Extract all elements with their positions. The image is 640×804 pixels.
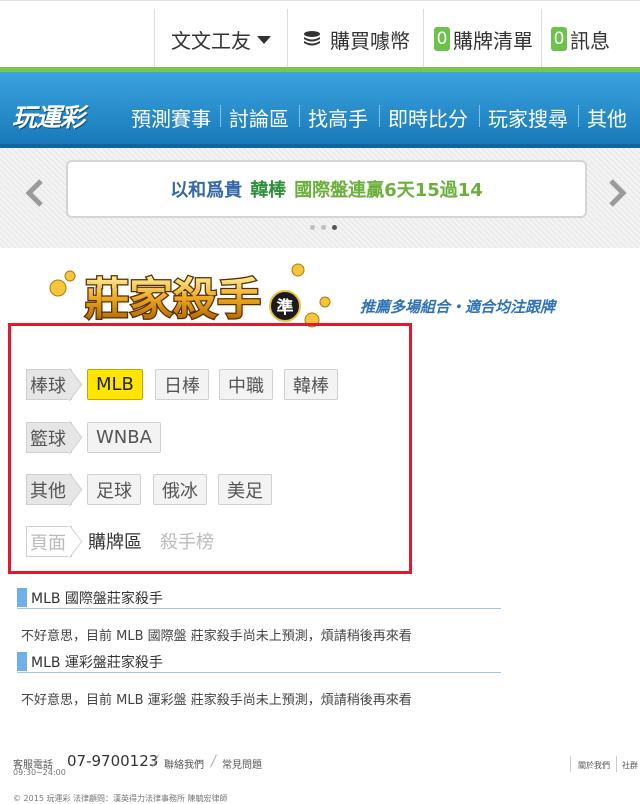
carousel-dot-active[interactable] <box>332 225 337 230</box>
nav-other[interactable]: 其他 <box>587 103 627 132</box>
filter-hockey[interactable]: 俄冰 <box>153 474 207 505</box>
filter-wnba[interactable]: WNBA <box>87 422 161 453</box>
message-count-badge: 0 <box>551 27 567 51</box>
category-page: 頁面 <box>26 526 72 557</box>
faq-link[interactable]: 常見問題 <box>222 756 262 771</box>
page-killer-ranking[interactable]: 殺手榜 <box>160 528 214 554</box>
ticker-league: 韓棒 <box>250 180 287 201</box>
social-link[interactable]: 社群 <box>622 760 638 771</box>
page-purchase-zone[interactable]: 購牌區 <box>88 528 142 554</box>
section-message-intl: 不好意思，目前 MLB 國際盤 莊家殺手尚未上預測，煩請稍後再來看 <box>21 629 412 644</box>
nav-separator <box>578 105 579 127</box>
filter-kbo[interactable]: 韓棒 <box>284 369 338 400</box>
buy-coins-label: 購買噱幣 <box>330 28 410 53</box>
cart-count-badge: 0 <box>434 27 450 51</box>
contact-us-link[interactable]: 聯絡我們 <box>164 756 204 771</box>
category-other: 其他 <box>26 474 72 505</box>
nav-player-search[interactable]: 玩家搜尋 <box>488 103 568 132</box>
about-us-link[interactable]: 關於我們 <box>578 760 610 771</box>
footer: 客服電話 09:30~24:00 07-9700123 聯絡我們 常見問題 關於… <box>0 742 640 803</box>
ticker-headline[interactable]: 以和爲貴 韓棒 國際盤連贏6天15過14 <box>66 160 587 218</box>
footer-divider <box>570 756 571 772</box>
service-hours: 09:30~24:00 <box>13 768 66 777</box>
messages-button[interactable]: 0 訊息 <box>541 9 640 69</box>
section-message-lottery: 不好意思，目前 MLB 運彩盤 莊家殺手尚未上預測，煩請稍後再來看 <box>21 693 412 708</box>
nav-separator <box>479 105 480 127</box>
copyright-text: © 2015 玩運彩 法律顧問：漢英得力法律事務所 陳毓宏律師 <box>13 794 228 803</box>
purchase-list-label: 購牌清單 <box>453 28 533 53</box>
nav-live-scores[interactable]: 即時比分 <box>388 103 468 132</box>
buy-coins-button[interactable]: 購買噱幣 <box>287 9 422 69</box>
site-logo[interactable]: 玩運彩 <box>12 98 85 134</box>
chevron-right-icon[interactable] <box>604 178 630 208</box>
category-baseball: 棒球 <box>26 369 72 400</box>
ticker-record: 國際盤連贏6天15過14 <box>294 180 483 201</box>
nav-forum[interactable]: 討論區 <box>229 103 289 132</box>
nav-separator <box>379 105 380 127</box>
nav-predict[interactable]: 預測賽事 <box>131 103 211 132</box>
footer-divider <box>616 756 617 772</box>
carousel-dot[interactable] <box>321 225 326 230</box>
filter-mlb[interactable]: MLB <box>87 369 143 400</box>
coins-icon <box>304 31 320 46</box>
svg-text:準: 準 <box>277 297 294 318</box>
nav-separator <box>299 105 300 127</box>
messages-label: 訊息 <box>570 28 610 53</box>
filter-npb[interactable]: 日棒 <box>155 369 209 400</box>
nav-experts[interactable]: 找高手 <box>308 103 368 132</box>
category-basketball: 籃球 <box>26 422 72 453</box>
banner-slogan: 推薦多場組合・適合均注跟牌 <box>360 298 556 316</box>
svg-text:莊家殺手: 莊家殺手 <box>85 274 261 325</box>
user-menu[interactable]: 文文工友 <box>154 9 286 69</box>
caret-down-icon <box>257 36 271 44</box>
top-bar: 文文工友 購買噱幣 0 購牌清單 0 訊息 <box>0 0 640 69</box>
ticker-area: 以和爲貴 韓棒 國際盤連贏6天15過14 <box>0 148 640 248</box>
ticker-player: 以和爲貴 <box>170 180 243 201</box>
filter-soccer[interactable]: 足球 <box>87 474 141 505</box>
main-nav: 玩運彩 預測賽事 討論區 找高手 即時比分 玩家搜尋 其他 <box>0 72 640 148</box>
chevron-left-icon[interactable] <box>22 178 48 208</box>
footer-divider <box>210 754 217 768</box>
filter-cpbl[interactable]: 中職 <box>219 369 273 400</box>
purchase-list-button[interactable]: 0 購牌清單 <box>423 9 540 69</box>
service-phone-number[interactable]: 07-9700123 <box>67 752 158 770</box>
section-title-lottery: MLB 運彩盤莊家殺手 <box>17 652 501 673</box>
user-name: 文文工友 <box>171 28 251 53</box>
filter-nfl[interactable]: 美足 <box>218 474 272 505</box>
carousel-dots <box>310 225 337 230</box>
nav-separator <box>220 105 221 127</box>
carousel-dot[interactable] <box>310 225 315 230</box>
section-title-intl: MLB 國際盤莊家殺手 <box>17 588 501 609</box>
